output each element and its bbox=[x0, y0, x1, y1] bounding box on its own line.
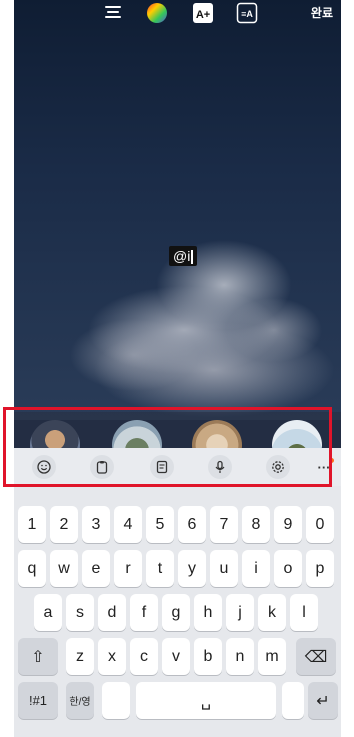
key-k[interactable]: k bbox=[258, 594, 286, 631]
emoji-icon[interactable] bbox=[32, 455, 56, 479]
key-t[interactable]: t bbox=[146, 550, 174, 587]
key-i[interactable]: i bbox=[242, 550, 270, 587]
key-z[interactable]: z bbox=[66, 638, 94, 675]
key-3[interactable]: 3 bbox=[82, 506, 110, 543]
space-key[interactable]: ␣ bbox=[136, 682, 276, 719]
key-b[interactable]: b bbox=[194, 638, 222, 675]
story-editor-screen: A+ ≡A 완료 @i ··· 1 2 3 4 5 6 7 8 9 0 q w … bbox=[14, 0, 341, 737]
top-toolbar: A+ ≡A 완료 bbox=[14, 0, 341, 30]
key-y[interactable]: y bbox=[178, 550, 206, 587]
symbols-key[interactable]: !#1 bbox=[18, 682, 58, 719]
backspace-key[interactable]: ⌫ bbox=[296, 638, 336, 675]
keyboard: 1 2 3 4 5 6 7 8 9 0 q w e r t y u i o p … bbox=[14, 486, 341, 737]
suggestion-avatar[interactable] bbox=[272, 420, 322, 448]
background-photo bbox=[14, 0, 341, 420]
key-p[interactable]: p bbox=[306, 550, 334, 587]
shift-key[interactable]: ⇧ bbox=[18, 638, 58, 675]
key-c[interactable]: c bbox=[130, 638, 158, 675]
key-7[interactable]: 7 bbox=[210, 506, 238, 543]
key-j[interactable]: j bbox=[226, 594, 254, 631]
mention-text-box[interactable]: @i bbox=[169, 246, 198, 267]
key-a[interactable]: a bbox=[34, 594, 62, 631]
more-icon[interactable]: ··· bbox=[312, 455, 336, 479]
key-e[interactable]: e bbox=[82, 550, 110, 587]
text-cursor bbox=[191, 250, 194, 265]
notification-dot bbox=[329, 458, 334, 463]
text-style-icon[interactable]: ≡A bbox=[236, 2, 258, 24]
key-5[interactable]: 5 bbox=[146, 506, 174, 543]
enter-key[interactable]: ↵ bbox=[308, 682, 338, 719]
key-n[interactable]: n bbox=[226, 638, 254, 675]
key-u[interactable]: u bbox=[210, 550, 238, 587]
language-key[interactable]: 한/영 bbox=[66, 682, 94, 719]
key-w[interactable]: w bbox=[50, 550, 78, 587]
key-o[interactable]: o bbox=[274, 550, 302, 587]
key-d[interactable]: d bbox=[98, 594, 126, 631]
key-f[interactable]: f bbox=[130, 594, 158, 631]
key-1[interactable]: 1 bbox=[18, 506, 46, 543]
key-0[interactable]: 0 bbox=[306, 506, 334, 543]
suggestion-avatar[interactable] bbox=[112, 420, 162, 448]
keyboard-toolbar: ··· bbox=[14, 448, 341, 486]
key-g[interactable]: g bbox=[162, 594, 190, 631]
enter-icon: ↵ bbox=[316, 692, 330, 710]
microphone-icon[interactable] bbox=[208, 455, 232, 479]
key-q[interactable]: q bbox=[18, 550, 46, 587]
key-l[interactable]: l bbox=[290, 594, 318, 631]
key-x[interactable]: x bbox=[98, 638, 126, 675]
text-effect-label: A+ bbox=[196, 9, 210, 21]
key-m[interactable]: m bbox=[258, 638, 286, 675]
notes-icon[interactable] bbox=[150, 455, 174, 479]
key-v[interactable]: v bbox=[162, 638, 190, 675]
align-icon[interactable] bbox=[102, 2, 124, 24]
backspace-icon: ⌫ bbox=[304, 648, 328, 666]
key-2[interactable]: 2 bbox=[50, 506, 78, 543]
shift-icon: ⇧ bbox=[31, 648, 45, 666]
space-icon: ␣ bbox=[200, 692, 212, 710]
extra-key[interactable] bbox=[102, 682, 130, 719]
key-4[interactable]: 4 bbox=[114, 506, 142, 543]
key-6[interactable]: 6 bbox=[178, 506, 206, 543]
suggestion-avatar[interactable] bbox=[192, 420, 242, 448]
key-r[interactable]: r bbox=[114, 550, 142, 587]
key-9[interactable]: 9 bbox=[274, 506, 302, 543]
text-style-label: ≡A bbox=[241, 9, 253, 19]
text-effect-icon[interactable]: A+ bbox=[192, 2, 214, 24]
key-h[interactable]: h bbox=[194, 594, 222, 631]
suggestion-avatar[interactable] bbox=[30, 420, 80, 448]
settings-icon[interactable] bbox=[266, 455, 290, 479]
key-s[interactable]: s bbox=[66, 594, 94, 631]
clipboard-icon[interactable] bbox=[90, 455, 114, 479]
mention-suggestion-row bbox=[14, 412, 341, 448]
extra-key-right[interactable] bbox=[282, 682, 304, 719]
key-8[interactable]: 8 bbox=[242, 506, 270, 543]
color-wheel-icon[interactable] bbox=[146, 2, 168, 24]
done-button[interactable]: 완료 bbox=[311, 4, 333, 21]
mention-text: @i bbox=[173, 248, 191, 264]
